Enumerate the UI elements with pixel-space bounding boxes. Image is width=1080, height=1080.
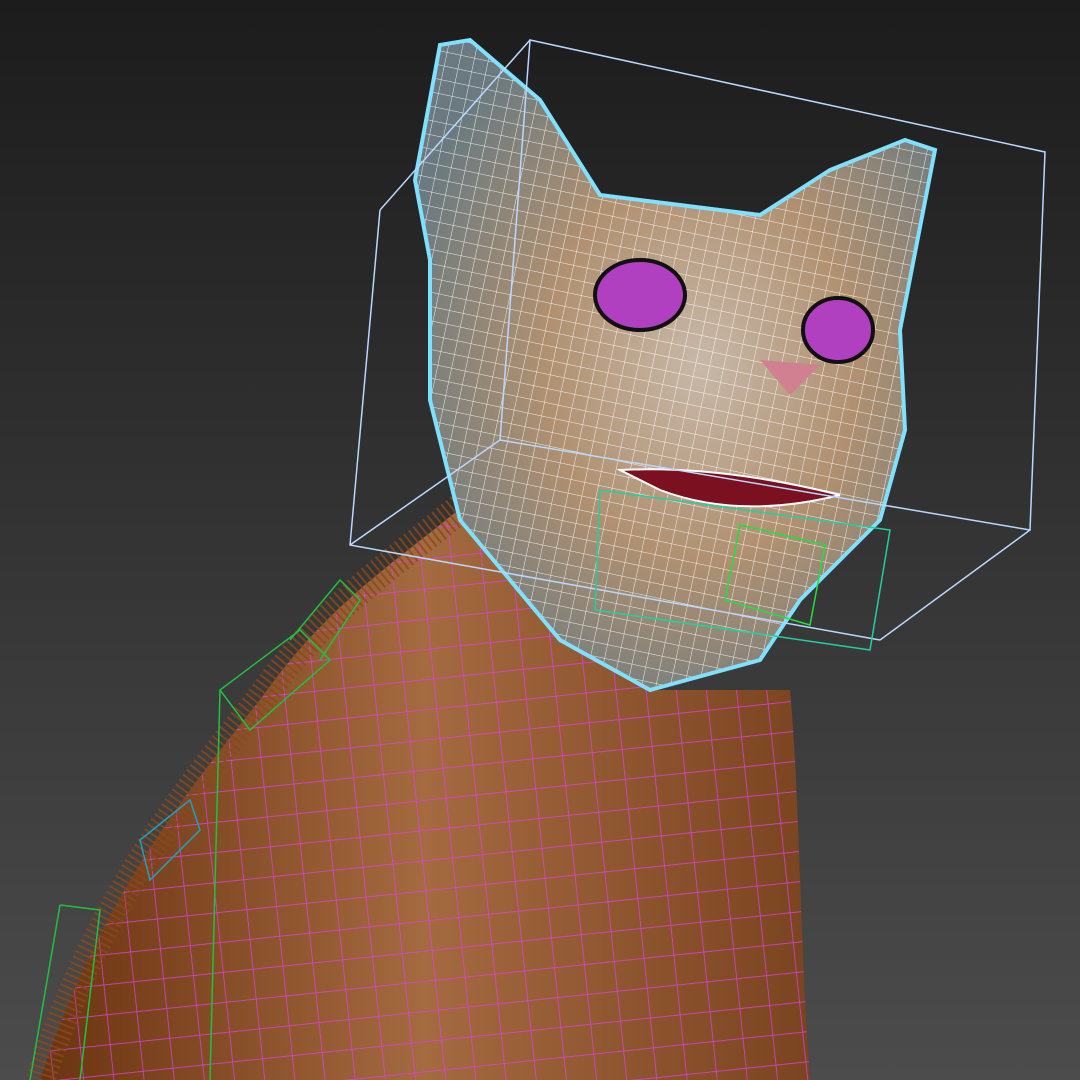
- left-eye: [593, 258, 687, 332]
- 3d-viewport[interactable]: [0, 0, 1080, 1080]
- right-eye: [801, 296, 875, 364]
